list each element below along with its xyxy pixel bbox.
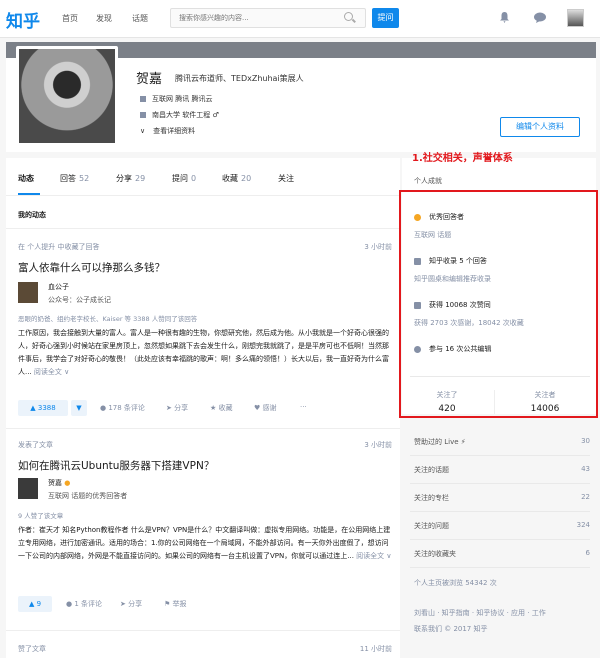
divider xyxy=(6,630,400,631)
section-title: 我的动态 xyxy=(18,211,46,219)
tab-following[interactable]: 关注 xyxy=(278,173,294,184)
zhihu-logo[interactable]: 知乎 xyxy=(6,7,40,32)
profile-header: 贺嘉 腾讯云布道师、TEDxZhuhai策展人 互联网 腾讯 腾讯云 南昌大学 … xyxy=(6,42,596,152)
activity-meta: 发表了文章 xyxy=(18,441,53,449)
article-title[interactable]: 如何在腾讯云Ubuntu服务器下搭建VPN？ xyxy=(18,458,214,473)
answer-excerpt[interactable]: 工作原因，我会接触到大量的富人。富人是一种很有趣的生物，你想研究他，然后成为他。… xyxy=(18,327,394,379)
annotation-highlight-box xyxy=(399,190,598,418)
star-icon: ★ xyxy=(210,404,219,412)
paper-plane-icon: ➤ xyxy=(120,600,129,608)
message-icon[interactable] xyxy=(534,12,546,23)
edit-profile-button[interactable]: 编辑个人资料 xyxy=(500,117,580,137)
nav-home[interactable]: 首页 xyxy=(62,13,78,24)
author-name[interactable]: 血公子 xyxy=(48,282,69,292)
divider xyxy=(410,483,590,484)
briefcase-icon xyxy=(140,96,146,102)
graduation-cap-icon xyxy=(140,112,146,118)
divider xyxy=(410,539,590,540)
more-button[interactable]: ··· xyxy=(300,403,307,411)
read-more-link[interactable]: 阅读全文 ∨ xyxy=(356,552,391,560)
activity-time: 3 小时前 xyxy=(364,243,392,251)
activity-time: 11 小时前 xyxy=(359,645,392,653)
upvote-button[interactable]: ▲ 3388 xyxy=(18,400,68,416)
heart-icon: ♥ xyxy=(254,404,263,412)
main-feed: 动态 回答 52 分享 29 提问 0 收藏 20 关注 我的动态 在 个人提升 中收藏… xyxy=(6,158,400,658)
sidebar-item-live[interactable]: 赞助过的 Live ⚡ 30 xyxy=(414,437,590,447)
sidebar-item-favorites[interactable]: 关注的收藏夹 6 xyxy=(414,549,590,559)
question-title[interactable]: 富人依靠什么可以挣那么多钱？ xyxy=(18,260,165,275)
article-excerpt[interactable]: 作者：崔天才 知名Python教程作者 什么是VPN？VPN是什么？中文翻译叫做… xyxy=(18,524,394,563)
like-button[interactable]: ▲ 9 xyxy=(18,596,52,612)
author-avatar[interactable] xyxy=(18,478,38,499)
activity-meta: 在 个人提升 中收藏了回答 xyxy=(18,243,100,251)
chevron-down-icon: ∨ xyxy=(140,127,146,135)
author-avatar[interactable] xyxy=(18,282,38,303)
author-bio: 公众号：公子成长记 xyxy=(48,296,111,304)
profile-headline: 腾讯云布道师、TEDxZhuhai策展人 xyxy=(175,74,304,83)
report-button[interactable]: ⚑ 举报 xyxy=(164,599,187,609)
divider xyxy=(410,455,590,456)
footer-links[interactable]: 刘看山 · 知乎指南 · 知乎协议 · 应用 · 工作 xyxy=(414,608,546,618)
sidebar-item-questions[interactable]: 关注的问题 324 xyxy=(414,521,590,531)
profile-tabs: 动态 回答 52 分享 29 提问 0 收藏 20 关注 xyxy=(6,158,400,196)
page-views: 个人主页被浏览 54342 次 xyxy=(414,579,497,587)
user-avatar[interactable] xyxy=(567,9,584,27)
collect-button[interactable]: ★ 收藏 xyxy=(210,403,233,413)
nav-discover[interactable]: 发现 xyxy=(96,13,112,24)
activity-time: 3 小时前 xyxy=(364,441,392,449)
annotation-label: 1.社交相关，声誉体系 xyxy=(412,153,513,164)
achievements-title: 个人成就 xyxy=(414,177,442,185)
flag-icon: ⚑ xyxy=(164,600,173,608)
nav-topics[interactable]: 话题 xyxy=(132,13,148,24)
read-more-link[interactable]: 阅读全文 ∨ xyxy=(34,368,69,376)
search-icon[interactable] xyxy=(344,12,353,21)
comment-button[interactable]: ● 178 条评论 xyxy=(100,403,145,413)
tab-collections[interactable]: 收藏 20 xyxy=(222,173,251,184)
top-bar: 知乎 首页 发现 话题 提问 xyxy=(0,0,600,38)
search-input[interactable] xyxy=(171,9,341,27)
author-name[interactable]: 贺嘉 ● xyxy=(48,478,70,488)
downvote-button[interactable]: ▼ xyxy=(71,400,87,416)
paper-plane-icon: ➤ xyxy=(166,404,175,412)
tab-shares[interactable]: 分享 29 xyxy=(116,173,145,184)
bell-icon[interactable] xyxy=(500,12,509,23)
share-button[interactable]: ➤ 分享 xyxy=(166,403,188,413)
footer-copyright: 联系我们 © 2017 知乎 xyxy=(414,625,488,633)
tab-questions[interactable]: 提问 0 xyxy=(172,173,196,184)
active-tab-indicator xyxy=(18,193,40,195)
search-box xyxy=(170,8,366,28)
share-button[interactable]: ➤ 分享 xyxy=(120,599,142,609)
divider xyxy=(6,228,400,229)
profile-education: 南昌大学 软件工程 ♂ xyxy=(140,110,219,120)
divider xyxy=(410,511,590,512)
arrow-up-icon: ▲ xyxy=(30,404,38,412)
voters-line: 恶眼的奶爸、组约老字校长、Kaiser 等 3388 人赞同了该回答 xyxy=(18,315,198,323)
thumbs-up-icon: ▲ xyxy=(28,600,37,608)
badge-icon: ● xyxy=(64,479,71,487)
divider xyxy=(410,567,590,568)
profile-industry: 互联网 腾讯 腾讯云 xyxy=(140,94,212,104)
answer-actions: ▲ 3388 ▼ ● 178 条评论 ➤ 分享 ★ 收藏 ♥ 感谢 ··· xyxy=(18,400,394,418)
author-bio: 互联网 话题的优秀回答者 xyxy=(48,492,128,500)
activity-meta: 赞了文章 xyxy=(18,645,46,653)
profile-name: 贺嘉 xyxy=(136,72,163,87)
tab-answers[interactable]: 回答 52 xyxy=(60,173,89,184)
ask-button[interactable]: 提问 xyxy=(372,8,399,28)
comment-button[interactable]: ● 1 条评论 xyxy=(66,599,102,609)
tab-activity[interactable]: 动态 xyxy=(18,173,34,184)
sidebar-item-columns[interactable]: 关注的专栏 22 xyxy=(414,493,590,503)
profile-more-link[interactable]: ∨ 查看详细资料 xyxy=(140,126,195,136)
arrow-down-icon: ▼ xyxy=(76,404,82,412)
profile-avatar xyxy=(16,46,118,146)
divider xyxy=(6,428,400,429)
article-actions: ▲ 9 ● 1 条评论 ➤ 分享 ⚑ 举报 xyxy=(18,596,394,614)
thanks-button[interactable]: ♥ 感谢 xyxy=(254,403,277,413)
sidebar-item-topics[interactable]: 关注的话题 43 xyxy=(414,465,590,475)
voters-line: 9 人赞了该文章 xyxy=(18,512,64,520)
